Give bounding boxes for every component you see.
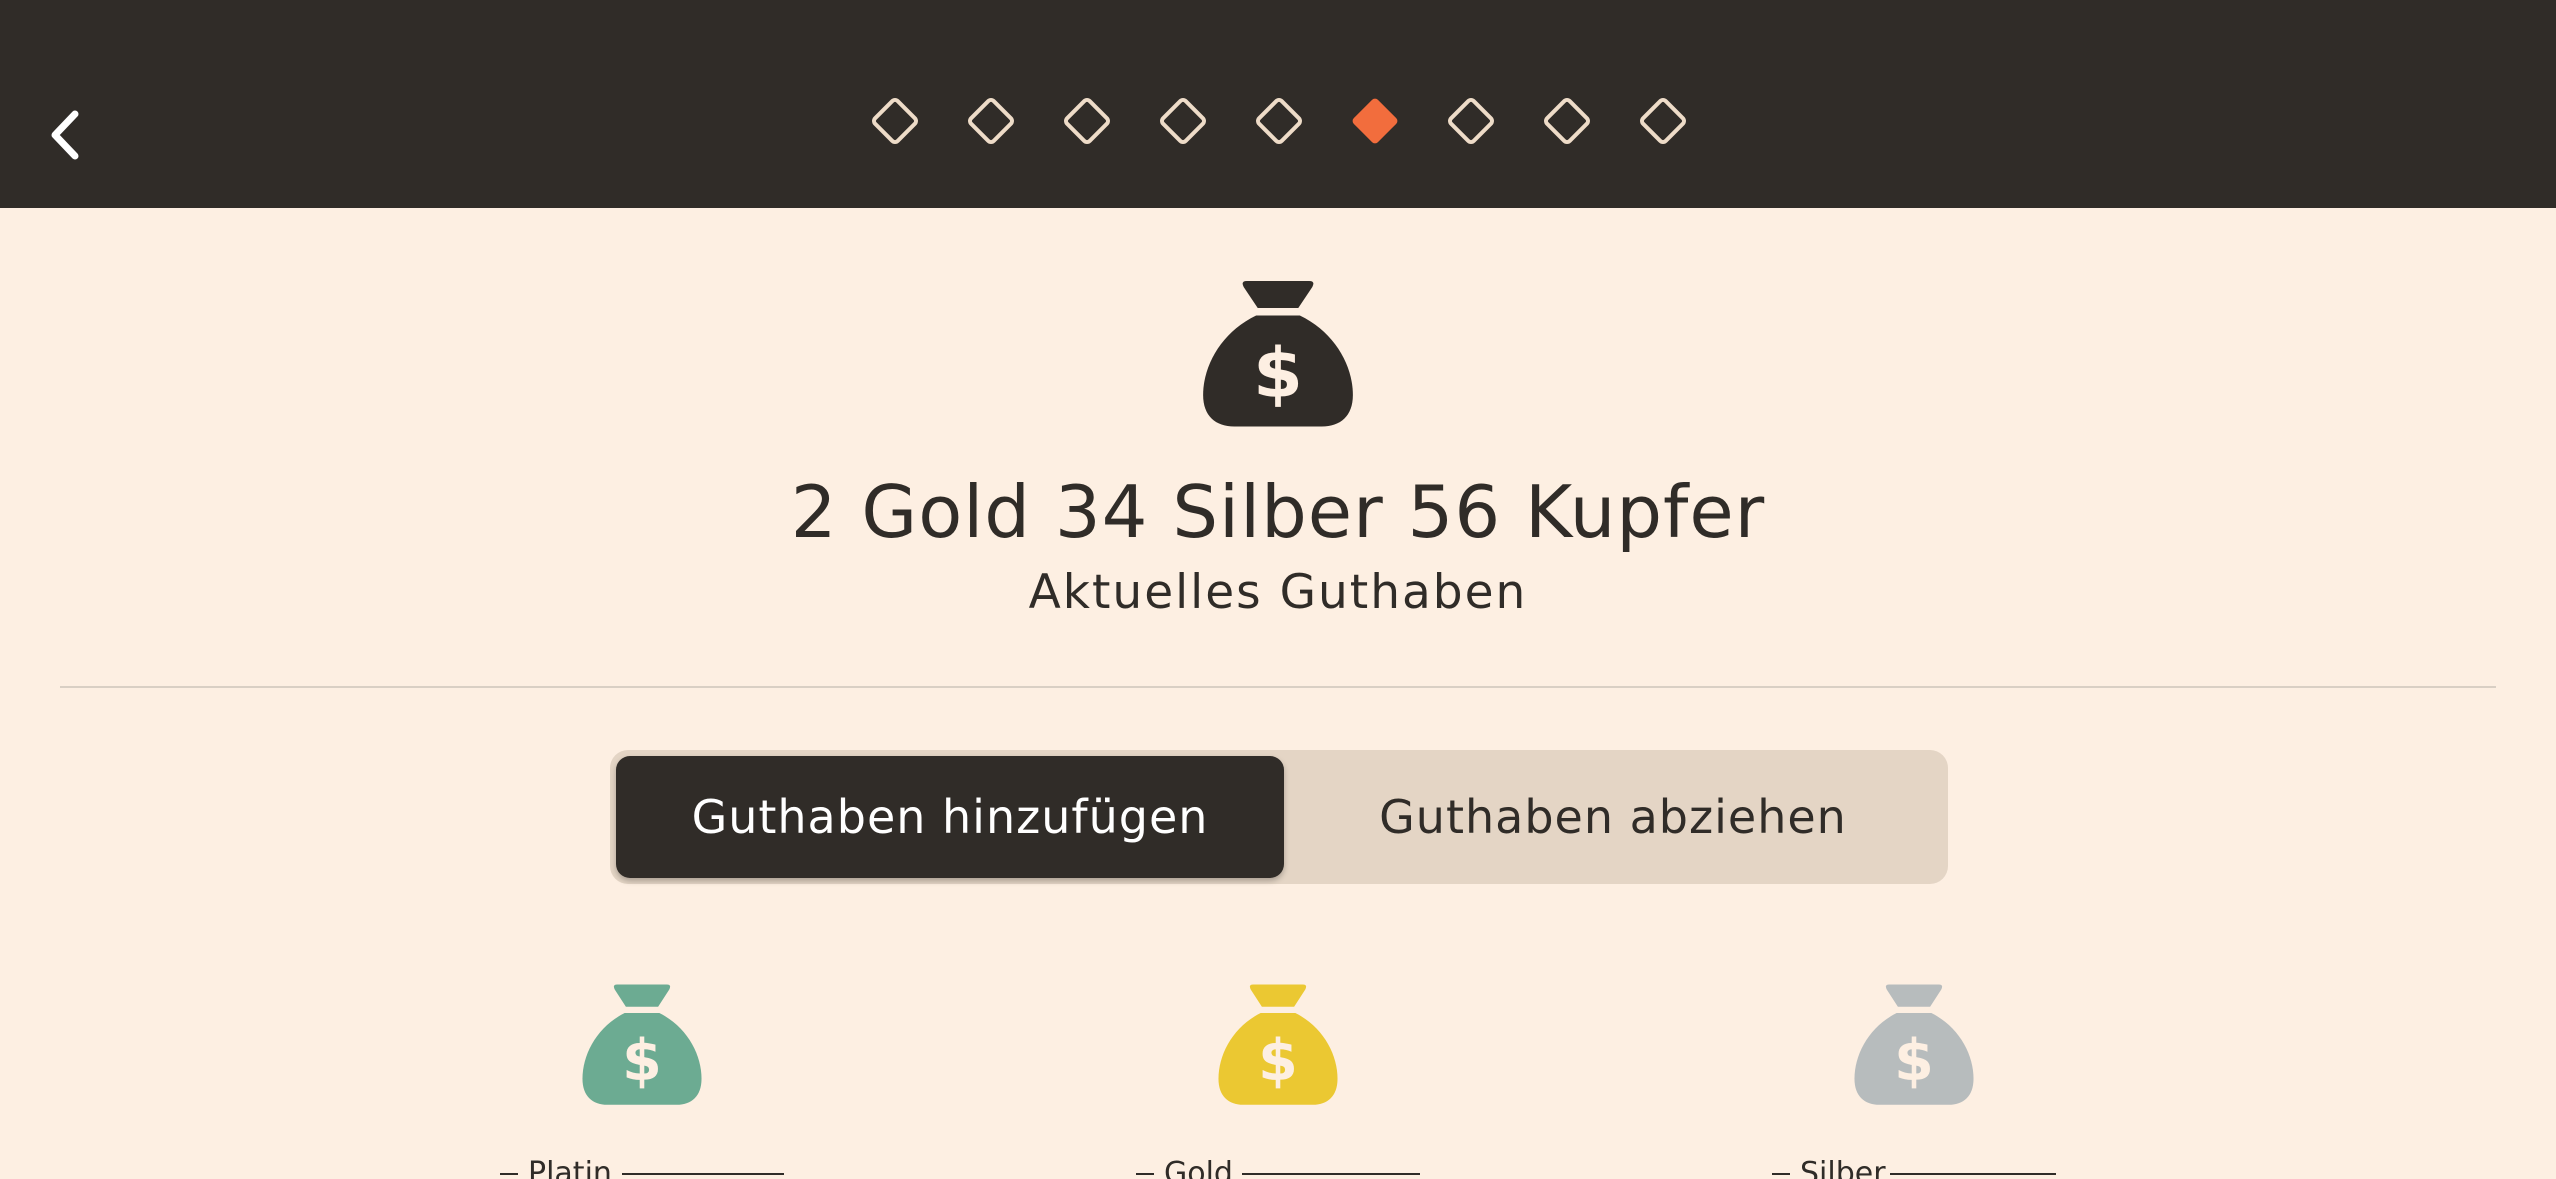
diamond-icon bbox=[872, 98, 918, 144]
balance-label: Aktuelles Guthaben bbox=[1028, 565, 1528, 620]
diamond-icon bbox=[1160, 98, 1206, 144]
svg-text:$: $ bbox=[1253, 333, 1303, 413]
platinum-bag-icon: $ bbox=[580, 982, 704, 1106]
diamond-icon bbox=[1544, 98, 1590, 144]
silver-input[interactable]: Silber bbox=[1772, 1158, 2062, 1179]
diamond-icon bbox=[1256, 98, 1302, 144]
diamond-filled-icon bbox=[1352, 98, 1398, 144]
silver-bag-icon: $ bbox=[1852, 982, 1976, 1106]
field-outline bbox=[1890, 1173, 2056, 1175]
step-6-current[interactable] bbox=[1345, 91, 1405, 151]
platinum-input[interactable]: Platin bbox=[500, 1158, 790, 1179]
gold-input[interactable]: Gold bbox=[1136, 1158, 1426, 1179]
platinum-label: Platin bbox=[528, 1158, 612, 1179]
gold-bag-icon: $ bbox=[1216, 982, 1340, 1106]
step-8[interactable] bbox=[1537, 91, 1597, 151]
field-outline bbox=[1772, 1173, 1790, 1175]
top-bar bbox=[0, 0, 2556, 208]
diamond-icon bbox=[1064, 98, 1110, 144]
balance-amount: 2 Gold 34 Silber 56 Kupfer bbox=[790, 470, 1766, 554]
step-2[interactable] bbox=[961, 91, 1021, 151]
add-balance-button[interactable]: Guthaben hinzufügen bbox=[616, 756, 1284, 878]
step-4[interactable] bbox=[1153, 91, 1213, 151]
svg-text:$: $ bbox=[1258, 1028, 1298, 1094]
field-outline bbox=[1136, 1173, 1154, 1175]
divider bbox=[60, 686, 2496, 688]
field-outline bbox=[622, 1173, 784, 1175]
svg-text:$: $ bbox=[622, 1028, 662, 1094]
mode-toggle: Guthaben hinzufügen Guthaben abziehen bbox=[610, 750, 1948, 884]
field-outline bbox=[1242, 1173, 1420, 1175]
subtract-balance-button[interactable]: Guthaben abziehen bbox=[1284, 756, 1942, 878]
money-bag-icon: $ bbox=[1200, 278, 1356, 428]
gold-label: Gold bbox=[1164, 1158, 1233, 1179]
step-5[interactable] bbox=[1249, 91, 1309, 151]
field-outline bbox=[500, 1173, 518, 1175]
diamond-icon bbox=[1448, 98, 1494, 144]
silver-label: Silber bbox=[1800, 1158, 1886, 1179]
svg-text:$: $ bbox=[1894, 1028, 1934, 1094]
step-7[interactable] bbox=[1441, 91, 1501, 151]
step-indicator bbox=[0, 0, 2556, 208]
step-3[interactable] bbox=[1057, 91, 1117, 151]
diamond-icon bbox=[968, 98, 1014, 144]
step-1[interactable] bbox=[865, 91, 925, 151]
step-9[interactable] bbox=[1633, 91, 1693, 151]
diamond-icon bbox=[1640, 98, 1686, 144]
